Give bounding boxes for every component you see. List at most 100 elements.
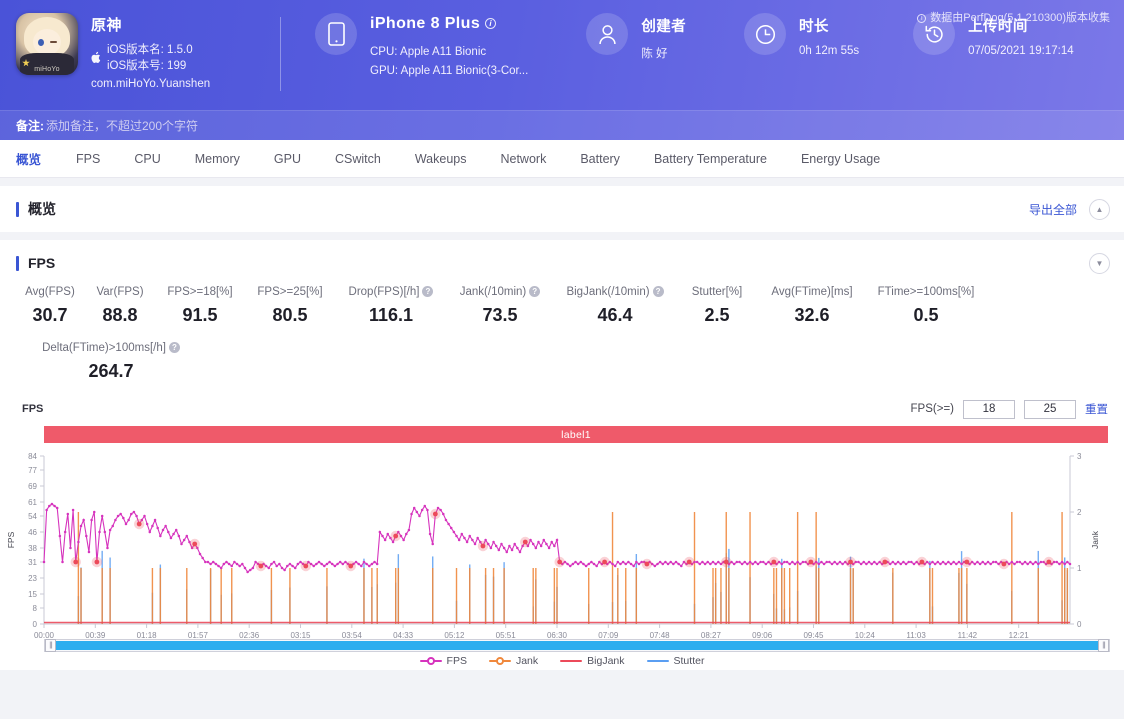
tab-energy-usage[interactable]: Energy Usage: [784, 140, 897, 177]
tab-cswitch[interactable]: CSwitch: [318, 140, 398, 177]
tab-cpu[interactable]: CPU: [117, 140, 177, 177]
export-all-link[interactable]: 导出全部: [1029, 201, 1077, 218]
metric-avg-ftime-ms: Avg(FTime)[ms]32.6: [758, 286, 866, 326]
apple-icon: [91, 51, 102, 66]
help-icon[interactable]: ?: [529, 286, 540, 297]
phone-icon: [315, 13, 357, 55]
metric-var-fps: Var(FPS) 88.8: [84, 286, 156, 326]
svg-text:3: 3: [1077, 452, 1082, 461]
legend-item-jank[interactable]: Jank: [489, 655, 538, 667]
duration-info-block: 时长 0h 12m 55s: [744, 13, 859, 57]
svg-text:23: 23: [28, 574, 37, 583]
tab-fps[interactable]: FPS: [59, 140, 117, 177]
svg-text:FPS: FPS: [6, 531, 16, 548]
fps-plot[interactable]: 08152331384654616977840123FPSJank00:0000…: [0, 448, 1124, 648]
metric-label: FTime>=100ms[%]: [866, 286, 986, 298]
creator-info-block: 创建者 陈 好: [586, 13, 686, 61]
metric-value: 88.8: [84, 305, 156, 326]
remark-bar[interactable]: 备注: 添加备注，不超过200个字符: [0, 110, 1124, 140]
svg-text:46: 46: [28, 528, 37, 537]
os-version-code: iOS版本号: 199: [107, 58, 193, 74]
metric-value: 116.1: [336, 305, 446, 326]
help-icon[interactable]: ?: [169, 342, 180, 353]
time-range-left-handle[interactable]: |||: [45, 639, 56, 652]
help-icon[interactable]: ?: [653, 286, 664, 297]
tab-wakeups[interactable]: Wakeups: [398, 140, 484, 177]
metric-value: 80.5: [244, 305, 336, 326]
chart-yaxis-title: FPS: [22, 403, 43, 415]
fps-metrics-row-1: Avg(FPS)30.7Var(FPS)88.8FPS>=18[%]91.5FP…: [16, 286, 1124, 326]
fps-plot-svg[interactable]: 08152331384654616977840123FPSJank00:0000…: [0, 448, 1124, 648]
info-icon: i: [917, 14, 926, 23]
metric-value: 46.4: [554, 305, 676, 326]
metric-delta-ftime-100ms-h: Delta(FTime)>100ms[/h]?264.7: [16, 342, 206, 382]
device-info-icon[interactable]: i: [485, 18, 496, 29]
chart-legend: FPS Jank BigJank Stutter: [0, 652, 1124, 670]
tab-概览[interactable]: 概览: [16, 140, 59, 177]
metric-value: 73.5: [446, 305, 554, 326]
tab-battery-temperature[interactable]: Battery Temperature: [637, 140, 784, 177]
tab-memory[interactable]: Memory: [178, 140, 257, 177]
help-icon[interactable]: ?: [422, 286, 433, 297]
svg-text:Jank: Jank: [1090, 530, 1100, 549]
metric-value: 32.6: [758, 305, 866, 326]
metric-label: Avg(FPS): [16, 286, 84, 298]
time-range-scrollbar[interactable]: ||| |||: [44, 639, 1110, 652]
fps-threshold-label: FPS(>=): [911, 403, 954, 415]
svg-text:1: 1: [1077, 564, 1082, 573]
metric-label: Drop(FPS)[/h]?: [336, 286, 446, 298]
user-icon: [586, 13, 628, 55]
remark-label: 备注:: [16, 117, 44, 134]
svg-text:69: 69: [28, 482, 37, 491]
overview-card: 概览 导出全部 ▲: [0, 186, 1124, 232]
fps-metrics-row-2: Delta(FTime)>100ms[/h]?264.7: [16, 342, 1124, 382]
metric-label: Stutter[%]: [676, 286, 758, 298]
reset-thresholds-link[interactable]: 重置: [1085, 401, 1108, 417]
tab-gpu[interactable]: GPU: [257, 140, 318, 177]
svg-text:61: 61: [28, 498, 37, 507]
device-info-block: iPhone 8 Plusi CPU: Apple A11 Bionic GPU…: [315, 13, 528, 81]
duration-value: 0h 12m 55s: [799, 45, 859, 57]
metric-ftime-100ms: FTime>=100ms[%]0.5: [866, 286, 986, 326]
chevron-up-icon[interactable]: ▲: [1089, 199, 1110, 220]
metric-jank-10min: Jank(/10min)?73.5: [446, 286, 554, 326]
svg-text:0: 0: [1077, 620, 1082, 629]
svg-text:54: 54: [28, 512, 37, 521]
chevron-down-icon[interactable]: ▼: [1089, 253, 1110, 274]
metric-value: 91.5: [156, 305, 244, 326]
app-info-block: miHoYo 原神 iOS版本名: 1.5.0 iOS版本号: 199 com.…: [0, 13, 272, 90]
scene-label-bar[interactable]: label1: [44, 426, 1108, 443]
svg-text:2: 2: [1077, 508, 1082, 517]
tab-battery[interactable]: Battery: [563, 140, 637, 177]
device-name: iPhone 8 Plusi: [370, 15, 528, 33]
remark-placeholder[interactable]: 添加备注，不超过200个字符: [46, 117, 198, 134]
metric-label: FPS>=25[%]: [244, 286, 336, 298]
metric-label: Var(FPS): [84, 286, 156, 298]
svg-text:31: 31: [28, 558, 37, 567]
scene-label-text: label1: [561, 429, 591, 441]
fps-title: FPS: [16, 255, 55, 271]
metric-fps-25: FPS>=25[%] 80.5: [244, 286, 336, 326]
device-gpu: GPU: Apple A11 Bionic(3-Cor...: [370, 62, 528, 81]
perfdog-version-note: i数据由PerfDog(5.1.210300)版本收集: [917, 9, 1110, 25]
legend-item-fps[interactable]: FPS: [420, 655, 467, 667]
time-range-right-handle[interactable]: |||: [1098, 639, 1109, 652]
legend-item-stutter[interactable]: Stutter: [647, 655, 705, 667]
duration-label: 时长: [799, 15, 859, 36]
fps-threshold-low-input[interactable]: [963, 400, 1015, 419]
clock-icon: [744, 13, 786, 55]
time-range-fill[interactable]: [55, 641, 1099, 650]
overview-title: 概览: [16, 199, 56, 219]
legend-label: Stutter: [674, 655, 705, 667]
app-icon-genshin: miHoYo: [16, 13, 78, 75]
tab-network[interactable]: Network: [483, 140, 563, 177]
fps-threshold-high-input[interactable]: [1024, 400, 1076, 419]
metric-avg-fps: Avg(FPS)30.7: [16, 286, 84, 326]
metric-stutter: Stutter[%]2.5: [676, 286, 758, 326]
app-package-name: com.miHoYo.Yuanshen: [91, 78, 210, 90]
svg-text:8: 8: [33, 604, 38, 613]
upload-value: 07/05/2021 19:17:14: [968, 45, 1074, 57]
creator-label: 创建者: [641, 15, 686, 36]
metric-label: BigJank(/10min)?: [554, 286, 676, 298]
legend-item-bigjank[interactable]: BigJank: [560, 655, 624, 667]
